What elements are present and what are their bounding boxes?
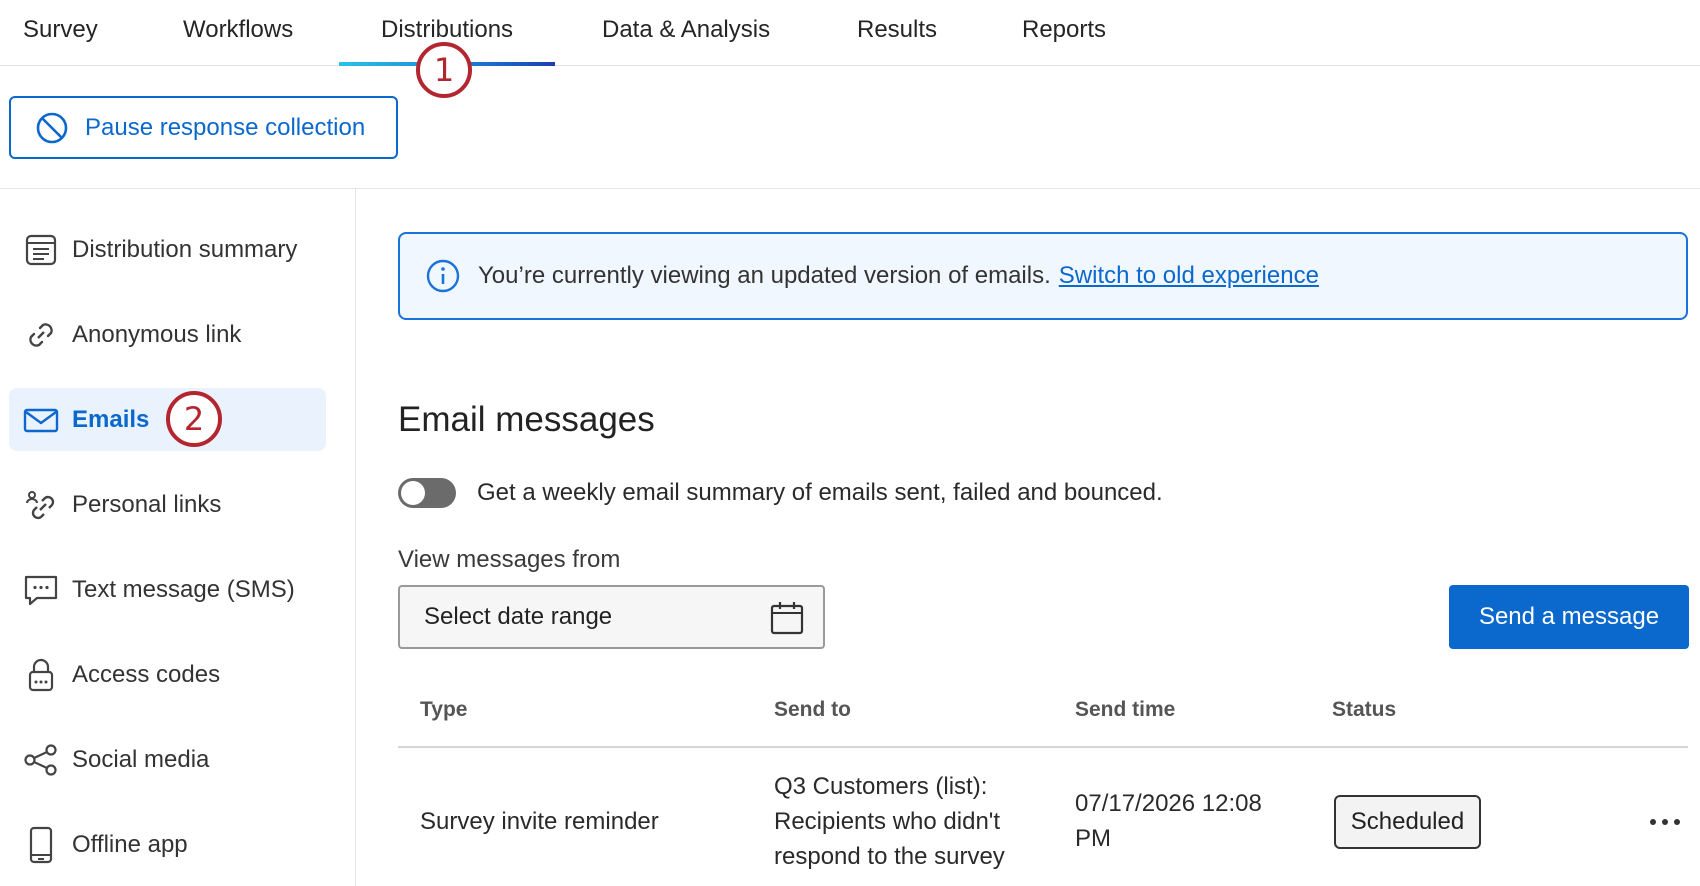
sidebar-item-label: Personal links [72,490,222,518]
tab-data-analysis[interactable]: Data & Analysis [602,0,770,66]
sidebar-item-label: Access codes [72,660,221,688]
header-divider [0,188,1700,189]
switch-old-experience-link[interactable]: Switch to old experience [1059,262,1319,290]
link-icon [22,316,60,354]
callout-marker-2: 2 [166,391,222,447]
section-title: Email messages [398,400,655,439]
summary-icon [22,231,60,269]
sidebar-item-label: Text message (SMS) [72,575,295,603]
column-header-type[interactable]: Type [420,698,467,722]
personal-link-icon [22,486,60,524]
table-header-divider [398,746,1688,748]
phone-icon [22,826,60,864]
cell-type: Survey invite reminder [420,808,659,835]
sidebar-item-anonymous-link[interactable]: Anonymous link [9,303,326,366]
column-header-status[interactable]: Status [1332,698,1396,722]
status-badge: Scheduled [1334,795,1481,849]
sidebar-item-offline-app[interactable]: Offline app [9,813,326,876]
date-range-label: View messages from [398,546,621,573]
sidebar-item-social-media[interactable]: Social media [9,728,326,791]
weekly-summary-label: Get a weekly email summary of emails sen… [477,479,1163,506]
mail-icon [22,401,60,439]
tab-workflows[interactable]: Workflows [183,0,293,66]
sidebar-divider [355,189,356,886]
tab-survey[interactable]: Survey [23,0,98,66]
more-options-icon[interactable] [1645,804,1685,840]
sidebar-item-access-codes[interactable]: Access codes [9,643,326,706]
info-banner: You’re currently viewing an updated vers… [398,232,1688,320]
top-nav: Survey Workflows Distributions Data & An… [0,0,1700,66]
column-header-send-time[interactable]: Send time [1075,698,1175,722]
sidebar-item-label: Offline app [72,830,188,858]
tab-results[interactable]: Results [857,0,937,66]
sidebar-item-label: Distribution summary [72,235,298,263]
column-header-send-to[interactable]: Send to [774,698,851,722]
sidebar-item-label: Social media [72,745,210,773]
lock-icon [22,656,60,694]
sidebar-item-label: Emails [72,405,150,433]
sms-icon [22,571,60,609]
pause-response-collection-button[interactable]: Pause response collection [9,96,398,159]
sidebar-item-label: Anonymous link [72,320,242,348]
sidebar-item-distribution-summary[interactable]: Distribution summary [9,218,326,281]
date-range-placeholder: Select date range [424,603,613,630]
cell-send-to: Q3 Customers (list): Recipients who didn… [774,773,1005,870]
date-range-picker[interactable]: Select date range [398,585,825,649]
pause-button-label: Pause response collection [85,113,366,141]
ban-icon [36,112,68,143]
sidebar-item-text-message[interactable]: Text message (SMS) [9,558,326,621]
send-message-button[interactable]: Send a message [1449,585,1689,649]
toggle-knob [401,481,425,505]
cell-send-time: 07/17/2026 12:08 PM [1075,790,1262,852]
sidebar-item-personal-links[interactable]: Personal links [9,473,326,536]
share-icon [22,741,60,779]
tab-reports[interactable]: Reports [1022,0,1106,66]
info-icon [426,259,460,293]
weekly-summary-toggle[interactable] [398,478,456,508]
banner-text: You’re currently viewing an updated vers… [478,262,1051,289]
callout-marker-1: 1 [416,42,472,98]
calendar-icon [769,601,805,642]
